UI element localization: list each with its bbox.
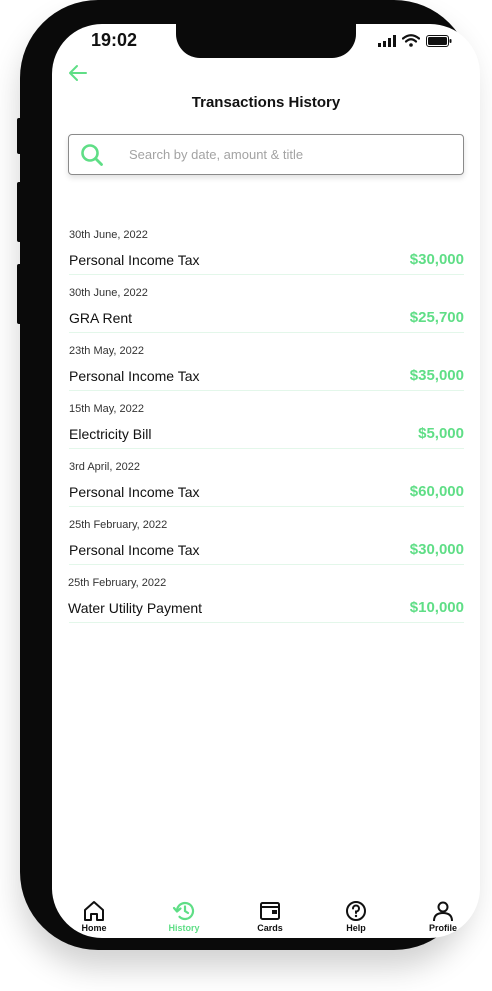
nav-label-cards: Cards (257, 923, 283, 933)
divider (69, 332, 464, 333)
nav-item-history[interactable]: History (154, 900, 214, 933)
transaction-row[interactable]: 15th May, 2022 Electricity Bill $5,000 (69, 403, 464, 461)
page: 19:02 Transactions History Search by dat… (0, 0, 492, 991)
nav-item-cards[interactable]: Cards (240, 900, 300, 933)
transaction-list: 30th June, 2022 Personal Income Tax $30,… (68, 229, 464, 635)
transaction-title: Personal Income Tax (69, 368, 200, 384)
status-icons (378, 34, 452, 47)
page-title: Transactions History (191, 94, 341, 111)
search-icon (81, 144, 103, 166)
transaction-row[interactable]: 25th February, 2022 Personal Income Tax … (69, 519, 464, 577)
transaction-row[interactable]: 23th May, 2022 Personal Income Tax $35,0… (69, 345, 464, 403)
transaction-row[interactable]: 3rd April, 2022 Personal Income Tax $60,… (69, 461, 464, 519)
notch (176, 24, 356, 58)
transaction-title: Personal Income Tax (69, 252, 200, 268)
transaction-date: 30th June, 2022 (69, 229, 148, 241)
divider (69, 506, 464, 507)
transaction-date: 23th May, 2022 (69, 345, 145, 357)
transaction-title: Personal Income Tax (69, 542, 200, 558)
profile-icon (433, 901, 453, 922)
search-input[interactable] (129, 135, 449, 174)
transaction-amount: $5,000 (418, 425, 464, 442)
divider (69, 622, 464, 623)
phone-screen: 19:02 Transactions History Search by dat… (52, 24, 480, 938)
transaction-row[interactable]: 25th February, 2022 Water Utility Paymen… (68, 577, 464, 635)
transaction-title: GRA Rent (69, 310, 133, 326)
bottom-nav: Home History Cards Help Profile (52, 900, 480, 938)
transaction-date: 25th February, 2022 (68, 577, 167, 589)
search-bar[interactable] (68, 134, 464, 175)
divider (69, 448, 464, 449)
home-icon (84, 901, 104, 921)
transaction-date: 15th May, 2022 (69, 403, 145, 415)
transaction-title: Water Utility Payment (68, 600, 203, 616)
transaction-amount: $35,000 (409, 367, 464, 384)
cellular-signal-icon (378, 34, 396, 47)
status-time: 19:02 (91, 30, 138, 50)
nav-label-profile: Profile (428, 923, 457, 933)
transaction-row[interactable]: 30th June, 2022 Personal Income Tax $30,… (69, 229, 464, 287)
transaction-date: 3rd April, 2022 (69, 461, 140, 473)
wifi-icon (402, 34, 420, 47)
transaction-title: Electricity Bill (69, 426, 152, 442)
transaction-date: 30th June, 2022 (69, 287, 148, 299)
nav-label-home: Home (81, 923, 107, 933)
nav-item-help[interactable]: Help (326, 900, 386, 933)
divider (69, 274, 464, 275)
divider (69, 390, 464, 391)
nav-label-help: Help (346, 923, 366, 933)
help-icon (346, 901, 366, 921)
nav-item-profile[interactable]: Profile (413, 900, 473, 933)
phone-frame: 19:02 Transactions History Search by dat… (20, 0, 480, 950)
transaction-amount: $60,000 (409, 483, 464, 500)
battery-icon (426, 34, 452, 47)
transaction-amount: $30,000 (409, 251, 464, 268)
transaction-title: Personal Income Tax (69, 484, 200, 500)
transaction-amount: $25,700 (409, 309, 464, 326)
nav-item-home[interactable]: Home (64, 900, 124, 933)
transaction-date: 25th February, 2022 (69, 519, 168, 531)
divider (69, 564, 464, 565)
nav-label-history: History (168, 923, 200, 933)
history-icon (172, 901, 195, 921)
transaction-amount: $10,000 (409, 599, 464, 616)
transaction-amount: $30,000 (409, 541, 464, 558)
wallet-icon (260, 902, 280, 920)
back-arrow-icon[interactable] (68, 64, 88, 82)
transaction-row[interactable]: 30th June, 2022 GRA Rent $25,700 (69, 287, 464, 345)
